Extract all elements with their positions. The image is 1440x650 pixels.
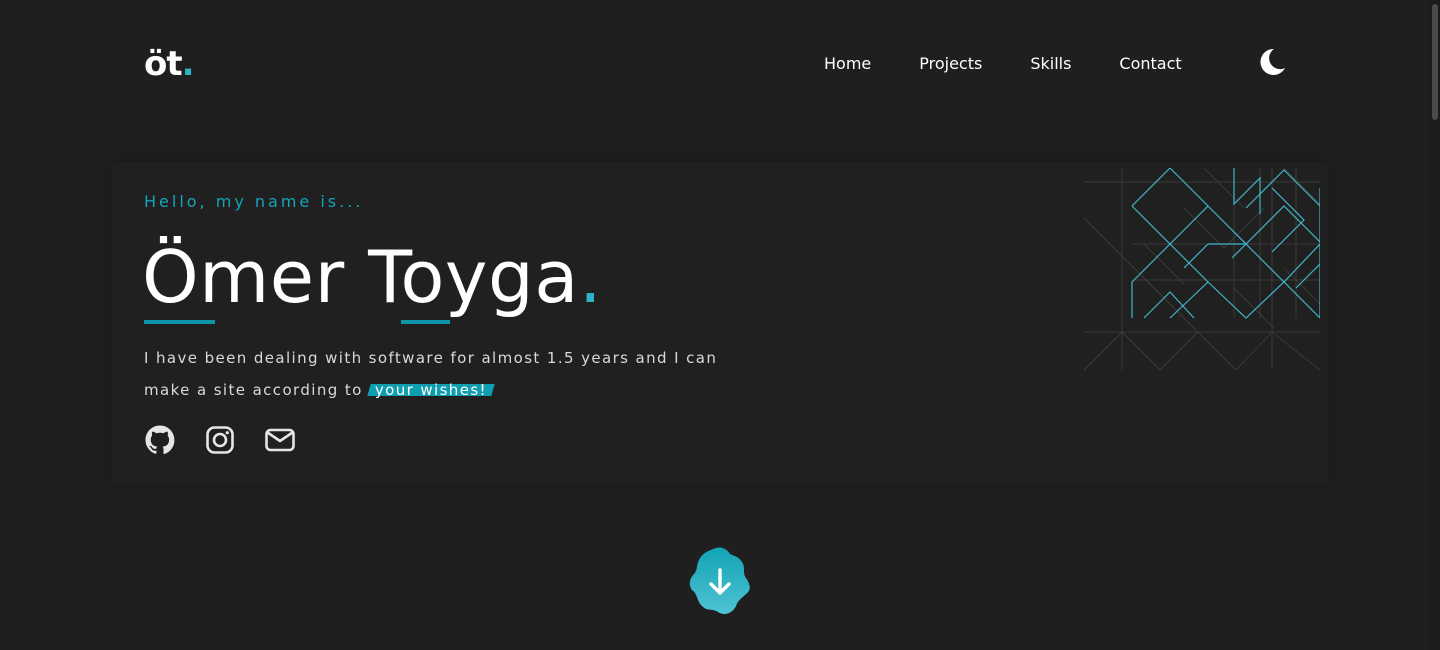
nav-projects[interactable]: Projects [919, 52, 982, 76]
logo-text: öt [144, 44, 183, 84]
instagram-link[interactable] [204, 424, 236, 456]
hero-name: Ömer Toyga. [142, 232, 602, 322]
hero-bio: I have been dealing with software for al… [144, 342, 724, 406]
nav-skills[interactable]: Skills [1030, 52, 1071, 76]
github-icon [145, 425, 175, 455]
mail-icon [265, 428, 295, 452]
logo-dot: . [181, 44, 195, 84]
social-links [144, 424, 296, 456]
mail-link[interactable] [264, 424, 296, 456]
geometric-pattern-illustration [1084, 168, 1320, 370]
name-underline-second [401, 320, 450, 324]
nav-links: Home Projects Skills Contact [824, 52, 1182, 76]
page-scrollbar[interactable] [1428, 0, 1440, 650]
scroll-down-button[interactable] [688, 546, 752, 616]
moon-icon [1260, 48, 1285, 75]
name-underline-first [144, 320, 215, 324]
bio-highlight: your wishes! [369, 381, 493, 399]
logo[interactable]: öt. [144, 40, 195, 88]
navbar: öt. Home Projects Skills Contact [0, 0, 1428, 130]
hero-card: Hello, my name is... Ömer Toyga. I have … [112, 162, 1328, 484]
instagram-icon [206, 426, 234, 454]
greeting-text: Hello, my name is... [144, 192, 364, 211]
arrow-down-icon [689, 547, 750, 614]
nav-home[interactable]: Home [824, 52, 871, 76]
github-link[interactable] [144, 424, 176, 456]
scrollbar-thumb[interactable] [1432, 4, 1438, 120]
hero-name-dot: . [578, 235, 603, 319]
nav-contact[interactable]: Contact [1119, 52, 1181, 76]
hero-name-text: Ömer Toyga [142, 235, 579, 319]
theme-toggle-button[interactable] [1256, 46, 1288, 78]
